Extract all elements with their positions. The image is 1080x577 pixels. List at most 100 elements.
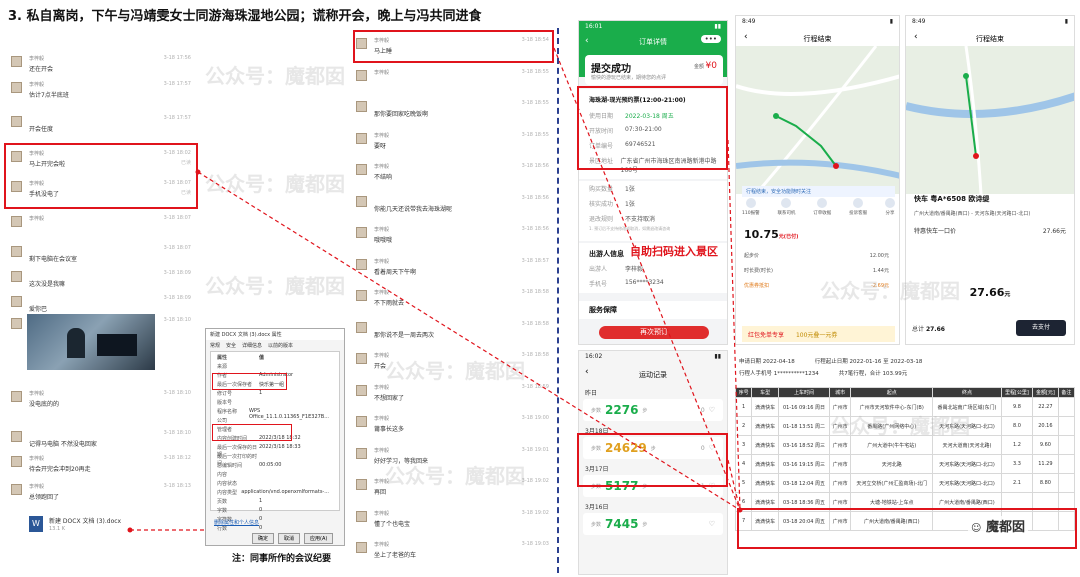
file-size: 13.1 K (49, 526, 66, 532)
table-cell: 2 (734, 416, 753, 436)
steps-unit: 步 (642, 521, 648, 528)
rebook-button[interactable]: 再次预订 (599, 326, 709, 339)
message-text: 开会 (374, 363, 387, 370)
sport-status-time: 16:02 (585, 353, 603, 360)
message-time: 3-18 18:56 (521, 226, 549, 232)
avatar (11, 318, 22, 329)
trip-action[interactable]: 分享 (884, 198, 895, 216)
message-time: 3-18 19:01 (521, 446, 549, 453)
trip-end-screen-a: 8:49 ▮ ‹ 行程结束 行程结束，安全功能随时关注 110报警 联系司机 订单收据… (735, 15, 900, 345)
table-cell: 滴滴快车 (751, 397, 780, 417)
message-time: 3-18 18:56 (521, 163, 549, 169)
sender-name: 李梓毅 (374, 416, 390, 422)
prop-value: 00:05:00 (259, 462, 282, 468)
pay-button[interactable]: 去支付 (1016, 320, 1066, 336)
message-time: 3-18 18:56 (521, 194, 549, 201)
sender-name: 李梓毅 (29, 484, 45, 490)
sport-day[interactable]: 昨日 步数 2276 步 0 ♡ (583, 386, 723, 421)
chat-message: 李梓毅 坐上了老爸的车 3-18 19:03 (350, 538, 555, 564)
message-time: 3-18 18:10 (163, 430, 191, 436)
promo-banner[interactable]: 红包免单专享 100元叠一元券 (742, 326, 895, 342)
table-cell: 3 (734, 435, 753, 455)
table-header: 里程[公里] (1000, 387, 1034, 398)
trip-action[interactable]: 联系司机 (777, 198, 795, 216)
table-header: 车型 (751, 387, 780, 398)
prop-key: 总编辑时间 (217, 463, 243, 469)
message-time: 3-18 17:56 (163, 55, 191, 61)
chat-message: 李梓毅 3-18 18:55 (350, 66, 555, 92)
action-icon (853, 198, 864, 208)
dialog-button[interactable]: 确定 (252, 533, 275, 544)
field-value: 1张 (625, 186, 635, 193)
message-text: 好好学习，等我回来 (374, 457, 429, 465)
trip-b-map[interactable] (906, 46, 1074, 194)
trip-a-map[interactable] (736, 46, 899, 194)
table-cell: 2.1 (1000, 473, 1034, 493)
more-icon[interactable]: ••• (700, 35, 721, 43)
trip-route: 广州大道南/番禺路(西口) - 天河东路(天河路口-北口) (914, 211, 1031, 217)
message-time: 3-18 18:55 (521, 131, 549, 138)
amount-label: 金额 (693, 64, 704, 70)
prop-value: 1 (259, 390, 263, 396)
avatar (11, 216, 22, 227)
trip-action[interactable]: 投诉客服 (849, 198, 867, 216)
chat-message: 李梓毅 不想回家了 3-18 18:59 (350, 381, 555, 407)
table-cell: 9.8 (1000, 397, 1034, 417)
prop-row: 最后一次打印的时间 (217, 453, 329, 467)
table-cell: 22.27 (1032, 397, 1059, 417)
sender-name: 李梓毅 (374, 69, 390, 76)
fee-row: 起步价 12.00元 (744, 252, 889, 259)
table-cell: 3.3 (1000, 454, 1034, 474)
dialog-tab[interactable]: 详细信息 (242, 342, 262, 349)
action-label: 110报警 (742, 211, 760, 216)
message-text: 不结响 (374, 174, 393, 181)
table-header: 金额[元] (1032, 387, 1059, 398)
dialog-button[interactable]: 应用(A) (304, 533, 334, 544)
prop-section-2: 内容 (217, 471, 329, 480)
table-row: 1 滴滴快车 01-16 09:16 周日 广州市 广州市天河软件中心-东门(B) 番禺北… (734, 397, 1076, 417)
message-text: 爱你巴 (29, 306, 48, 313)
chat-message: 李梓毅 3-18 18:07 (5, 212, 197, 238)
sport-day[interactable]: 3月16日 步数 7445 步 ♡ (583, 500, 723, 535)
table-cell: 8.80 (1032, 473, 1059, 493)
trip-a-price-unit: 元(已付) (778, 234, 799, 240)
page-title: 3. 私自离岗，下午与冯靖雯女士同游海珠湿地公园；谎称开会，晚上与冯共同进食 (8, 9, 482, 24)
safety-bar[interactable]: 行程结束，安全功能随时关注 (742, 186, 895, 197)
table-cell (1057, 397, 1076, 417)
sender-name: 李梓毅 (374, 447, 390, 454)
message-time: 3-18 18:57 (521, 257, 549, 264)
heart-icon[interactable]: ♡ (709, 406, 715, 414)
dialog-tab[interactable]: 安全 (226, 342, 236, 349)
highlight-ticket (577, 86, 728, 170)
step-card: 步数 2276 步 0 ♡ (583, 399, 723, 421)
avatar (356, 290, 367, 301)
sport-header: 运动记录 (639, 371, 667, 379)
message-time: 3-18 18:58 (521, 320, 549, 327)
table-cell: 天河东路(天河路口-北口) (932, 454, 1002, 474)
car-info: 快车 粤A*6508 欧诗缇 (914, 195, 990, 203)
brand-text: 魔都囡 (985, 520, 1025, 535)
table-header: 终点 (932, 387, 1002, 398)
fee-value: -2.69元 (871, 283, 889, 289)
prop-key: 页数 (217, 499, 228, 505)
fee-key: 起步价 (744, 253, 760, 259)
service-row[interactable]: 服务保障 (579, 301, 727, 319)
visitor-field: 手机号 156****3234 (579, 276, 727, 291)
dialog-tab[interactable]: 常规 (210, 342, 220, 349)
avatar (356, 447, 367, 459)
prop-value: 2022/3/18 18:33 (259, 444, 301, 450)
message-text: 待会开完会冲到20再走 (29, 466, 91, 473)
message-time: 3-18 17:57 (163, 115, 191, 121)
success-title: 提交成功 (591, 64, 631, 75)
fee-value: 1.44元 (872, 268, 889, 274)
dialog-tab[interactable]: 以前的版本 (268, 342, 293, 349)
dialog-button[interactable]: 取消 (278, 533, 301, 544)
trip-action[interactable]: 110报警 (742, 198, 760, 216)
trip-action[interactable]: 订单收据 (813, 198, 831, 216)
heart-icon[interactable]: ♡ (709, 520, 715, 528)
table-header: 起点 (850, 387, 934, 398)
remove-props-link[interactable]: 删除属性和个人信息 (214, 519, 259, 526)
message-time: 3-18 18:55 (521, 100, 549, 106)
docx-file[interactable]: W 新建 DOCX 文档 (3).docx 13.1 K (27, 514, 177, 536)
total-label: 总计 (912, 326, 925, 333)
